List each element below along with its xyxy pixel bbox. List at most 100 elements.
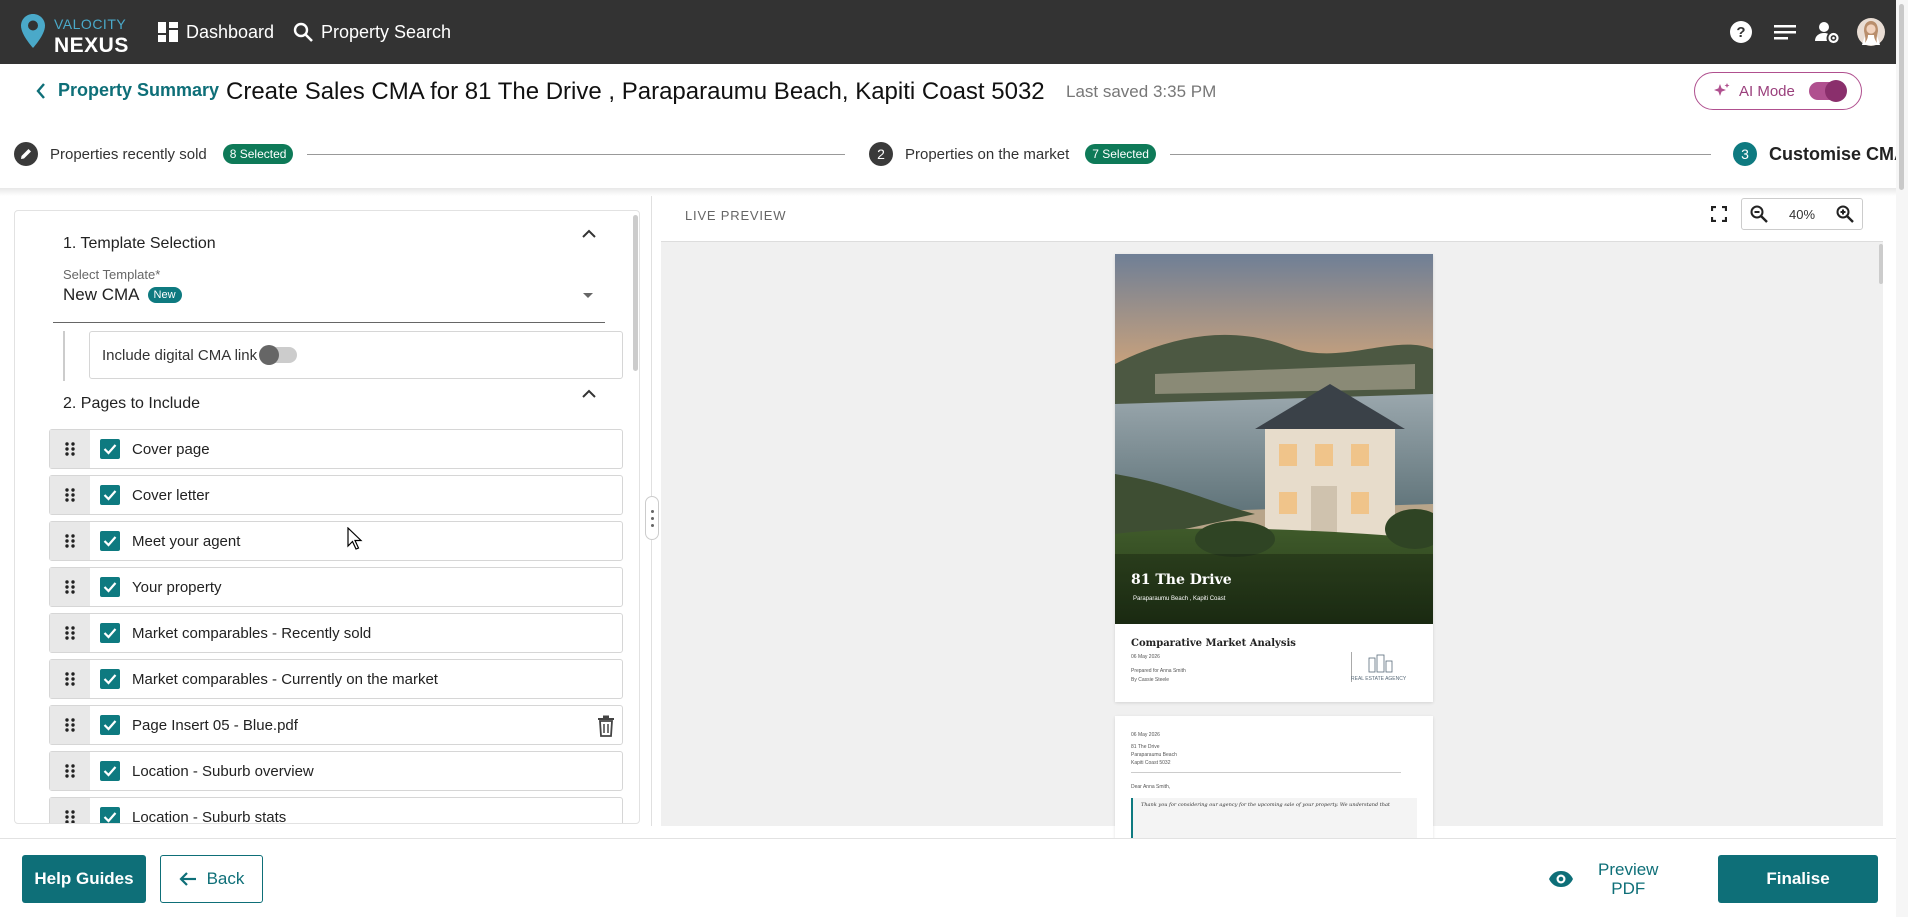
property-photo [1115,254,1433,624]
page-item-label: Location - Suburb overview [132,762,314,780]
map-pin-icon [21,14,45,48]
page-list-item[interactable]: Cover page [49,429,623,469]
digital-link-toggle[interactable] [259,345,298,365]
step-recently-sold[interactable]: Properties recently sold 8 Selected [14,142,294,166]
letter-rule [1131,772,1401,773]
user-settings-icon[interactable] [1814,19,1840,45]
digital-cma-link-option: Include digital CMA link [89,331,623,379]
preview-toolbar: LIVE PREVIEW 40% [661,198,1883,242]
step-on-market[interactable]: 2 Properties on the market 7 Selected [869,142,1156,166]
step-2-number: 2 [869,142,893,166]
page-list-item[interactable]: Market comparables - Currently on the ma… [49,659,623,699]
pencil-icon [14,142,38,166]
zoom-in-icon[interactable] [1836,205,1854,223]
drag-handle-icon[interactable] [50,752,90,790]
back-button[interactable]: Back [160,855,263,903]
drag-handle-icon[interactable] [50,430,90,468]
page-checkbox[interactable] [100,807,120,823]
page-title: Create Sales CMA for 81 The Drive , Para… [226,78,1045,105]
back-to-property-summary[interactable]: Property Summary [36,80,219,101]
resize-handle[interactable] [645,496,659,540]
drag-handle-icon[interactable] [50,522,90,560]
ai-mode-switch[interactable] [1809,80,1847,102]
chevron-up-icon[interactable] [581,229,597,239]
drag-handle-icon[interactable] [50,476,90,514]
step-2-badge: 7 Selected [1085,144,1156,164]
step-customise[interactable]: 3 Customise CMA [1733,142,1907,166]
page-checkbox[interactable] [100,715,120,735]
letter-address-3: Kapiti Coast 5032 [1131,760,1171,766]
cover-location: Paraparaumu Beach , Kapiti Coast [1133,596,1226,602]
section-pages-title: 2. Pages to Include [63,395,200,412]
template-select[interactable]: Select Template* New CMA New [53,263,605,323]
nav-property-search[interactable]: Property Search [293,20,451,44]
mouse-cursor-icon [347,527,363,550]
page-item-label: Page Insert 05 - Blue.pdf [132,716,298,734]
cover-date: 06 May 2026 [1131,654,1160,660]
zoom-out-icon[interactable] [1750,205,1768,223]
finalise-button[interactable]: Finalise [1718,855,1878,903]
letter-quote: Thank you for considering our agency for… [1131,798,1417,838]
search-icon [293,22,313,42]
menu-lines-icon[interactable] [1772,19,1798,45]
step-3-number: 3 [1733,142,1757,166]
section-template-title: 1. Template Selection [63,235,216,252]
header-shadow [0,188,1908,196]
page-checkbox[interactable] [100,485,120,505]
template-select-label: Select Template* [63,267,161,282]
page-checkbox[interactable] [100,577,120,597]
letter-address-1: 81 The Drive [1131,744,1160,750]
page-list-item[interactable]: Page Insert 05 - Blue.pdf [49,705,623,745]
digital-link-label: Include digital CMA link [102,346,258,364]
step-connector [307,154,845,155]
last-saved: Last saved 3:35 PM [1066,82,1217,101]
drag-handle-icon[interactable] [50,706,90,744]
page-checkbox[interactable] [100,439,120,459]
step-connector [1170,154,1711,155]
page-list-item[interactable]: Your property [49,567,623,607]
help-guides-button[interactable]: Help Guides [22,855,146,903]
bottom-action-bar: Help Guides Back Preview PDF Finalise [0,838,1908,917]
preview-pdf-button[interactable]: Preview PDF [1548,855,1702,903]
ai-mode-toggle[interactable]: AI Mode [1694,72,1862,110]
dashboard-icon [158,22,178,42]
page-item-label: Your property [132,578,222,596]
panel-scrollbar[interactable] [633,215,638,371]
top-bar: VALOCITY NEXUS Dashboard Property Search… [0,0,1908,64]
page-list-item[interactable]: Location - Suburb stats [49,797,623,824]
help-icon[interactable]: ? [1728,19,1754,45]
page-checkbox[interactable] [100,761,120,781]
avatar[interactable] [1856,17,1886,47]
page-item-label: Cover letter [132,486,210,504]
chevron-up-icon[interactable] [581,389,597,399]
logo[interactable]: VALOCITY NEXUS [20,13,140,57]
letter-date: 06 May 2026 [1131,732,1160,738]
page-list-item[interactable]: Location - Suburb overview [49,751,623,791]
customise-panel: 1. Template Selection Select Template* N… [14,210,640,824]
drag-handle-icon[interactable] [50,660,90,698]
logo-line1: VALOCITY [54,16,127,32]
chevron-left-icon [36,82,45,99]
back-link-label: Property Summary [58,80,220,100]
nav-dashboard[interactable]: Dashboard [158,20,274,44]
page-scrollbar[interactable] [1896,0,1908,917]
indent-line [63,331,65,381]
fullscreen-button[interactable] [1705,200,1733,228]
page-item-label: Location - Suburb stats [132,808,287,824]
drag-handle-icon[interactable] [50,568,90,606]
page-list-item[interactable]: Meet your agent [49,521,623,561]
preview-scrollbar[interactable] [1879,244,1883,284]
page-checkbox[interactable] [100,669,120,689]
arrow-left-icon [179,872,196,886]
cover-title: 81 The Drive [1131,572,1232,588]
page-checkbox[interactable] [100,623,120,643]
page-list-item[interactable]: Market comparables - Recently sold [49,613,623,653]
page-checkbox[interactable] [100,531,120,551]
drag-handle-icon[interactable] [50,798,90,823]
page-scroll-thumb[interactable] [1899,4,1904,190]
logo-line2: NEXUS [54,34,129,57]
drag-handle-icon[interactable] [50,614,90,652]
trash-icon[interactable] [596,715,616,737]
page-list-item[interactable]: Cover letter [49,475,623,515]
agency-logo-icon [1368,654,1393,673]
